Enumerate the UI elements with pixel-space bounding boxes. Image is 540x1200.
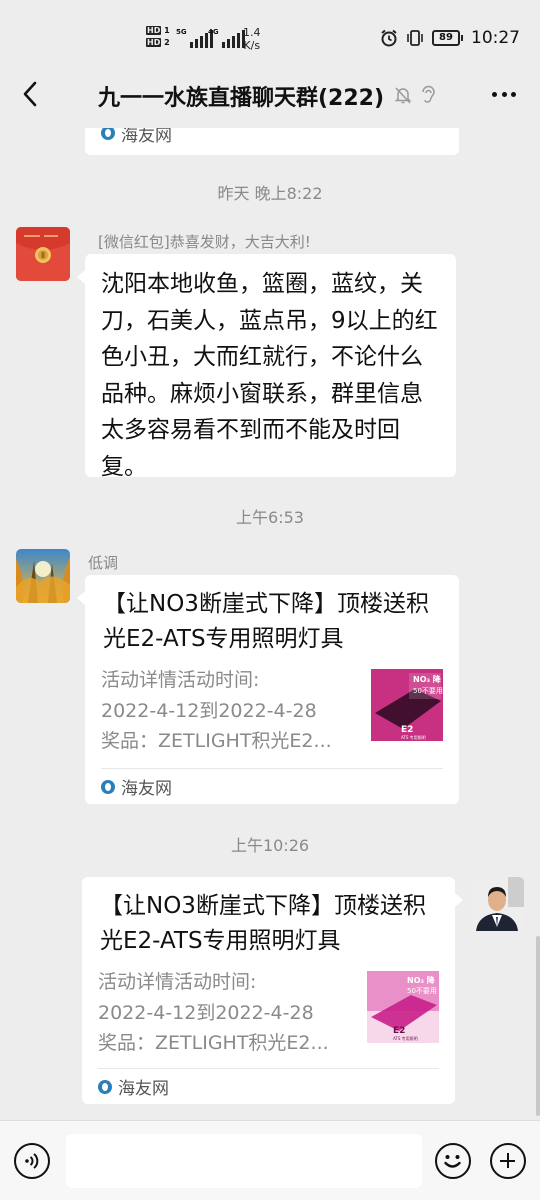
status-bar: HD 1 HD 2 5G 4G 1.4 K/s 89 10:27	[0, 0, 540, 60]
svg-text:ATS 专用照明: ATS 专用照明	[393, 1035, 418, 1041]
card-desc-line: 奖品：ZETLIGHT积光E2...	[101, 730, 332, 752]
sender-name: [微信红包]恭喜发财，大吉大利!	[98, 233, 311, 251]
card-body: 活动详情活动时间: 2022-4-12到2022-4-28 奖品：ZETLIGH…	[98, 967, 439, 1057]
mute-bell-icon	[394, 87, 412, 104]
red-envelope-avatar	[16, 227, 70, 281]
card-desc-line: 奖品：ZETLIGHT积光E2...	[98, 1032, 329, 1054]
voice-icon	[25, 1153, 39, 1169]
card-thumbnail: NO₃ 降 50不要用 E2 ATS 专用照明	[367, 971, 439, 1043]
sim2-hd-icon: HD 2	[146, 38, 170, 47]
signal-4g-icon: 4G	[208, 28, 245, 48]
svg-text:NO₃ 降: NO₃ 降	[407, 975, 436, 985]
input-bar	[0, 1120, 540, 1200]
card-footer: 海友网	[98, 1068, 439, 1104]
avatar[interactable]	[470, 877, 524, 931]
link-card[interactable]: 【让NO3断崖式下降】顶楼送积光E2-ATS专用照明灯具 活动详情活动时间: 2…	[82, 877, 463, 1104]
link-card[interactable]: 【让NO3断崖式下降】顶楼送积光E2-ATS专用照明灯具 活动详情活动时间: 2…	[77, 575, 459, 804]
autumn-forest-avatar	[16, 549, 70, 603]
timestamp: 上午6:53	[236, 508, 304, 527]
card-thumbnail: NO₃ 降 50不要用 E2 ATS 专用照明	[371, 669, 443, 741]
vibrate-icon	[407, 30, 423, 46]
card-body: 活动详情活动时间: 2022-4-12到2022-4-28 奖品：ZETLIGH…	[101, 665, 443, 755]
more-options-button[interactable]	[486, 78, 522, 110]
emoji-icon	[444, 1155, 461, 1168]
card-footer: 海友网	[101, 128, 443, 155]
link-card-partial[interactable]: 海友网	[85, 128, 459, 155]
plus-button[interactable]	[490, 1143, 526, 1179]
svg-text:NO₃ 降: NO₃ 降	[413, 674, 442, 684]
sim-indicator: HD 1 HD 2	[146, 25, 172, 49]
title-bar: 九一一水族直播聊天群(222)	[0, 60, 540, 128]
emoji-button[interactable]	[435, 1143, 471, 1179]
voice-button[interactable]	[14, 1143, 50, 1179]
source-site-icon	[101, 779, 115, 794]
svg-text:ATS 专用照明: ATS 专用照明	[401, 734, 426, 740]
source-site-icon	[101, 128, 115, 140]
network-speed: 1.4 K/s	[243, 26, 261, 52]
avatar[interactable]	[16, 549, 70, 603]
card-title: 【让NO3断崖式下降】顶楼送积光E2-ATS专用照明灯具	[100, 893, 426, 954]
svg-text:50不要用: 50不要用	[407, 987, 437, 995]
sender-name: 低调	[88, 554, 119, 572]
alarm-icon	[381, 29, 397, 47]
card-desc-line: 2022-4-12到2022-4-28	[98, 1001, 314, 1024]
man-in-suit-avatar	[470, 877, 524, 931]
timestamp: 昨天 晚上8:22	[217, 184, 323, 203]
chat-message-list[interactable]: 海友网 昨天 晚上8:22 [微信红包]恭喜发财，大吉大利! 沈阳本地收鱼，篮圈…	[0, 128, 540, 1120]
scrollbar[interactable]	[536, 936, 540, 1116]
card-footer: 海友网	[101, 768, 443, 804]
card-desc-line: 2022-4-12到2022-4-28	[101, 699, 317, 722]
card-desc-line: 活动详情活动时间:	[98, 971, 257, 993]
source-site-icon	[98, 1079, 112, 1094]
more-dots-icon	[492, 91, 497, 97]
sim1-hd-icon: HD 1	[146, 26, 170, 35]
timestamp: 上午10:26	[230, 836, 310, 855]
chat-title: 九一一水族直播聊天群(222)	[98, 86, 385, 111]
svg-text:50不要用: 50不要用	[413, 687, 443, 695]
svg-text:E2: E2	[401, 725, 413, 735]
avatar[interactable]	[16, 227, 70, 281]
message-input[interactable]	[66, 1134, 422, 1188]
card-desc-line: 活动详情活动时间:	[101, 669, 260, 691]
back-arrow-icon	[23, 81, 37, 107]
text-message-bubble[interactable]: 沈阳本地收鱼，篮圈，蓝纹，关刀，石美人，蓝点吊，9以上的红色小丑，大而红就行，不…	[77, 254, 456, 480]
clock: 10:27	[471, 28, 520, 48]
svg-text:E2: E2	[393, 1026, 405, 1036]
card-title: 【让NO3断崖式下降】顶楼送积光E2-ATS专用照明灯具	[103, 591, 429, 652]
ear-icon	[422, 85, 435, 103]
back-button[interactable]	[10, 74, 50, 114]
battery-icon: 89	[432, 30, 463, 46]
message-text: 沈阳本地收鱼，篮圈，蓝纹，关刀，石美人，蓝点吊，9以上的红色小丑，大而红就行，不…	[101, 271, 438, 480]
